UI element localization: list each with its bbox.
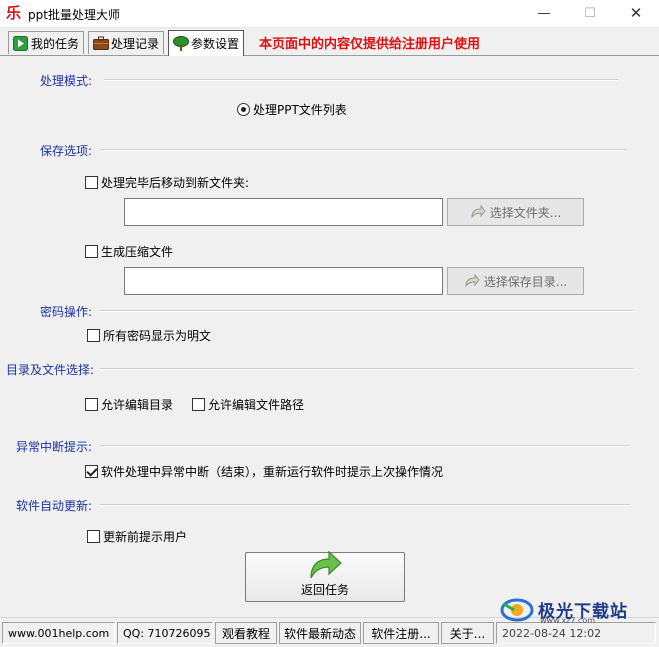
checkbox[interactable] xyxy=(85,465,98,478)
show-password-plaintext-checkbox[interactable]: 所有密码显示为明文 xyxy=(87,327,211,344)
checkbox-label: 生成压缩文件 xyxy=(101,245,174,259)
qq-contact: QQ: 710726095 xyxy=(117,622,213,644)
move-to-folder-checkbox[interactable]: 处理完毕后移动到新文件夹: xyxy=(85,174,249,191)
window-title: ppt批量处理大师 xyxy=(28,8,120,22)
tab-label: 我的任务 xyxy=(31,36,80,51)
checkbox-label: 所有密码显示为明文 xyxy=(103,329,212,343)
tutorial-button[interactable]: 观看教程 xyxy=(215,622,277,644)
registered-user-notice: 本页面中的内容仅提供给注册用户使用 xyxy=(259,37,481,52)
about-button[interactable]: 关于... xyxy=(441,622,494,644)
minimize-button[interactable]: — xyxy=(521,0,567,28)
checkbox-label: 更新前提示用户 xyxy=(103,530,188,544)
button-label: 选择保存目录... xyxy=(483,274,568,289)
radio-label: 处理PPT文件列表 xyxy=(253,103,347,117)
checkbox[interactable] xyxy=(85,398,98,411)
choose-save-dir-button[interactable]: 选择保存目录... xyxy=(447,267,584,295)
checkbox-label: 软件处理中异常中断（结束），重新运行软件时提示上次操作情况 xyxy=(101,465,444,479)
register-button[interactable]: 软件注册... xyxy=(363,622,439,644)
app-logo-icon: 乐 xyxy=(6,4,22,22)
settings-panel: 处理模式: 处理PPT文件列表 保存选项: 处理完毕后移动到新文件夹: 选择文件… xyxy=(0,57,659,615)
tab-settings[interactable]: 参数设置 xyxy=(168,30,245,56)
checkbox[interactable] xyxy=(87,530,100,543)
news-button[interactable]: 软件最新动态 xyxy=(279,622,361,644)
tab-label: 处理记录 xyxy=(111,36,160,51)
back-to-tasks-button[interactable]: 返回任务 xyxy=(245,550,405,602)
tab-bar: 我的任务 处理记录 参数设置 本页面中的内容仅提供给注册用户使用 xyxy=(0,29,659,56)
datetime-display: 2022-08-24 12:02 xyxy=(496,622,656,644)
folder-arrow-icon xyxy=(464,273,480,288)
tab-my-tasks[interactable]: 我的任务 xyxy=(8,31,85,54)
checkbox[interactable] xyxy=(85,245,98,258)
section-label-update: 软件自动更新: xyxy=(16,499,93,513)
title-bar: 乐 ppt批量处理大师 — ☐ ✕ xyxy=(0,0,659,28)
section-divider xyxy=(100,149,627,151)
maximize-button[interactable]: ☐ xyxy=(567,0,613,28)
checkbox[interactable] xyxy=(87,329,100,342)
zip-path-input[interactable] xyxy=(124,267,443,295)
briefcase-icon xyxy=(93,36,109,51)
checkbox-label: 允许编辑目录 xyxy=(101,398,174,412)
section-divider xyxy=(100,368,633,370)
play-icon xyxy=(13,35,28,51)
return-arrow-icon xyxy=(307,550,343,580)
checkbox-label: 处理完毕后移动到新文件夹: xyxy=(101,176,250,190)
allow-edit-dir-checkbox[interactable]: 允许编辑目录 xyxy=(85,396,173,413)
generate-zip-checkbox[interactable]: 生成压缩文件 xyxy=(85,243,173,260)
section-label-password: 密码操作: xyxy=(40,305,93,319)
section-label-dir: 目录及文件选择: xyxy=(6,363,95,377)
radio-button[interactable] xyxy=(237,103,250,116)
website-link[interactable]: www.001help.com xyxy=(2,622,115,644)
allow-edit-path-checkbox[interactable]: 允许编辑文件路径 xyxy=(192,396,304,413)
section-label-exception: 异常中断提示: xyxy=(16,440,93,454)
button-label: 返回任务 xyxy=(300,583,349,597)
status-bar: www.001help.com QQ: 710726095 观看教程 软件最新动… xyxy=(0,617,659,647)
exception-prompt-checkbox[interactable]: 软件处理中异常中断（结束），重新运行软件时提示上次操作情况 xyxy=(85,463,443,480)
move-folder-path-input[interactable] xyxy=(124,198,443,226)
folder-arrow-icon xyxy=(470,204,486,219)
radio-ppt-file-list[interactable]: 处理PPT文件列表 xyxy=(237,101,347,118)
section-divider xyxy=(100,310,633,312)
checkbox[interactable] xyxy=(85,176,98,189)
tab-label: 参数设置 xyxy=(191,37,240,51)
tree-icon xyxy=(173,36,189,51)
checkbox-label: 允许编辑文件路径 xyxy=(208,398,305,412)
checkbox[interactable] xyxy=(192,398,205,411)
section-label-mode: 处理模式: xyxy=(40,74,93,88)
section-label-save: 保存选项: xyxy=(40,144,93,158)
update-prompt-checkbox[interactable]: 更新前提示用户 xyxy=(87,528,187,545)
close-button[interactable]: ✕ xyxy=(613,0,659,28)
section-divider xyxy=(100,445,630,447)
section-divider xyxy=(104,79,618,81)
tab-history[interactable]: 处理记录 xyxy=(88,31,165,54)
section-divider xyxy=(100,504,630,506)
choose-folder-button[interactable]: 选择文件夹... xyxy=(447,198,584,226)
button-label: 选择文件夹... xyxy=(489,205,562,220)
